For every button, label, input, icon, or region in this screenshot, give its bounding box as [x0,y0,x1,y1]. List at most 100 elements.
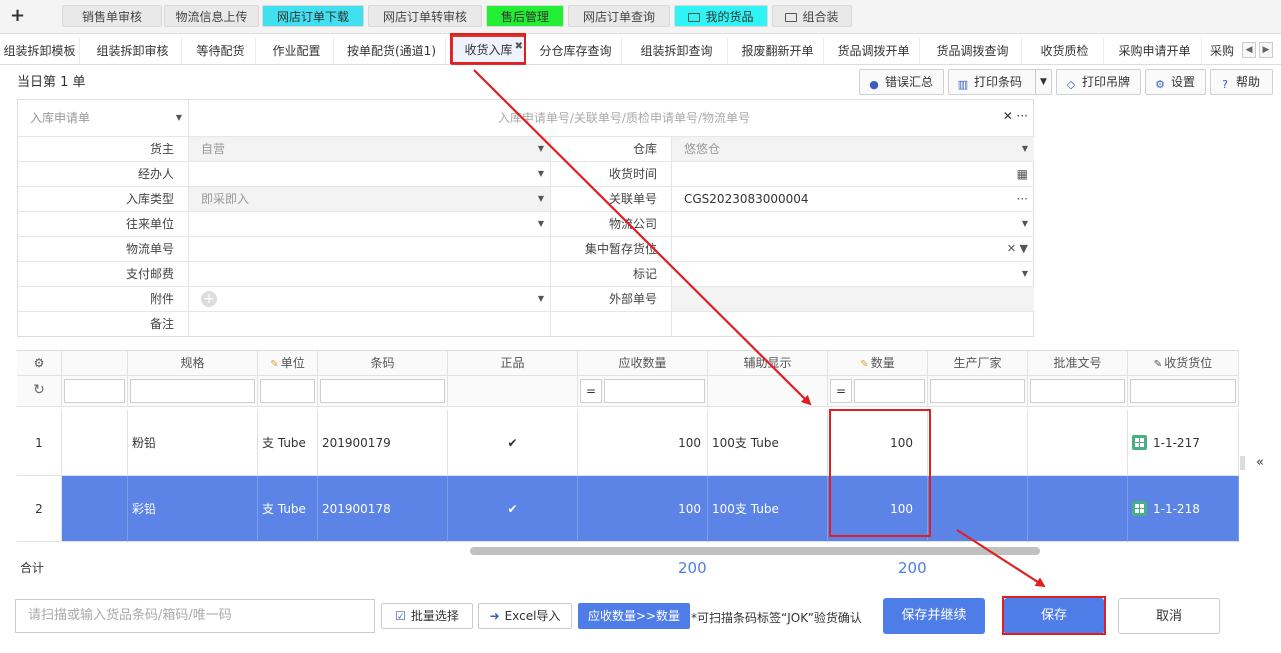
tab-warehouse-stock-query[interactable]: 分仓库存查询 [530,38,622,64]
filter-barcode-input[interactable] [318,376,448,407]
handler-select[interactable]: ▼ [189,162,551,186]
remark-extra[interactable] [672,312,1034,337]
filter-expected-qty-input[interactable]: = [578,376,708,407]
top-tab-sales-review[interactable]: 销售单审核 [62,5,162,27]
filter-unit-input[interactable] [258,376,318,407]
partner-select[interactable]: ▼ [189,212,551,236]
related-no-input[interactable]: CGS2023083000004 ··· [672,187,1034,211]
location-cell[interactable]: 1-1-218 [1128,476,1239,542]
column-header-qty[interactable]: ✎ 数量 [828,351,928,376]
tab-assembly-review[interactable]: 组装拆卸审核 [84,38,182,64]
column-header-location[interactable]: ✎ 收货货位 [1128,351,1239,376]
genuine-check-icon[interactable]: ✔ [448,476,578,542]
temp-location-select[interactable]: ✕ ▼ [672,237,1034,261]
column-header-spec[interactable]: 规格 [128,351,258,376]
column-header-approval[interactable]: 批准文号 [1028,351,1128,376]
print-tag-button[interactable]: ◇ 打印吊牌 [1056,69,1141,95]
tab-receive-inbound[interactable]: 收货入库 ✖ [451,35,526,65]
filter-blank[interactable] [62,376,128,407]
inbound-type-select[interactable]: 即采即入 ▼ [189,187,551,211]
unit-cell[interactable]: 支 Tube [258,410,318,476]
genuine-check-icon[interactable]: ✔ [448,410,578,476]
tab-assembly-query[interactable]: 组装拆卸查询 [626,38,728,64]
operator-select[interactable]: = [830,379,852,403]
chevron-down-icon[interactable]: ▼ [1035,70,1051,94]
filter-location-input[interactable] [1128,376,1239,407]
column-header-aux[interactable]: 辅助显示 [708,351,828,376]
spec-cell[interactable]: 粉铅 [128,410,258,476]
collapse-panel-icon[interactable]: « [1256,455,1264,470]
tab-scroll-right-icon[interactable]: ▶ [1259,42,1273,58]
add-tab-icon[interactable]: + [10,5,25,26]
refresh-icon[interactable]: ↻ [17,376,62,407]
top-tab-aftersale[interactable]: 售后管理 [486,5,564,27]
column-header-expected-qty[interactable]: 应收数量 [578,351,708,376]
column-header-barcode[interactable]: 条码 [318,351,448,376]
column-header-maker[interactable]: 生产厂家 [928,351,1028,376]
filter-approval-input[interactable] [1028,376,1128,407]
clear-dropdown-icon[interactable]: ✕ ▼ [1007,237,1028,261]
maker-cell[interactable] [928,410,1028,476]
unit-cell[interactable]: 支 Tube [258,476,318,542]
qty-cell[interactable]: 100 [828,410,928,476]
tab-work-config[interactable]: 作业配置 [260,38,334,64]
operator-select[interactable]: = [580,379,602,403]
postage-input[interactable] [189,262,551,286]
attachment-field[interactable]: + ▼ [189,287,551,311]
search-input[interactable]: 入库申请单号/关联单号/质检申请单号/物流单号 [189,100,1034,136]
save-and-continue-button[interactable]: 保存并继续 [883,598,985,634]
column-header-unit[interactable]: ✎ 单位 [258,351,318,376]
filter-spec-input[interactable] [128,376,258,407]
copy-expected-to-qty-button[interactable]: 应收数量>>数量 [578,603,690,629]
mark-select[interactable]: ▼ [672,262,1034,286]
save-button[interactable]: 保存 [1004,598,1104,634]
owner-select[interactable]: 自营 ▼ [189,137,551,161]
tab-receive-qc[interactable]: 收货质检 [1026,38,1104,64]
resize-handle[interactable] [1240,456,1245,470]
approval-cell[interactable] [1028,410,1128,476]
tab-scrap-refurbish[interactable]: 报废翻新开单 [732,38,824,64]
location-cell[interactable]: 1-1-217 [1128,410,1239,476]
help-button[interactable]: ? 帮助 [1210,69,1273,95]
error-summary-button[interactable]: ● 错误汇总 [859,69,944,95]
column-header-genuine[interactable]: 正品 [448,351,578,376]
column-settings-icon[interactable]: ⚙ [17,351,62,376]
tab-purchase[interactable]: 采购 [1206,38,1238,64]
logistics-company-select[interactable]: ▼ [672,212,1034,236]
qty-cell[interactable]: 100 [828,476,928,542]
top-tab-logistics-upload[interactable]: 物流信息上传 [164,5,259,27]
tab-allocate-by-order[interactable]: 按单配货(通道1) [338,38,446,64]
top-tab-order-to-review[interactable]: 网店订单转审核 [368,5,482,27]
location-grid-icon[interactable] [1132,501,1147,516]
horizontal-scrollbar[interactable] [470,547,1040,555]
approval-cell[interactable] [1028,476,1128,542]
tab-scroll-left-icon[interactable]: ◀ [1242,42,1256,58]
scan-barcode-input[interactable]: 请扫描或输入货品条码/箱码/唯一码 [15,599,375,633]
warehouse-select[interactable]: 悠悠仓 ▼ [672,137,1034,161]
print-barcode-button[interactable]: ▥ 打印条码 ▼ [948,69,1052,95]
location-grid-icon[interactable] [1132,435,1147,450]
external-no-input[interactable] [672,287,1034,311]
top-tab-order-query[interactable]: 网店订单查询 [568,5,670,27]
top-tab-my-goods[interactable]: 我的货品 [674,5,768,27]
add-attachment-icon[interactable]: + [201,291,217,307]
excel-import-button[interactable]: ➜ Excel导入 [478,603,572,629]
logistics-no-input[interactable] [189,237,551,261]
filter-qty-input[interactable]: = [828,376,928,407]
tab-purchase-request[interactable]: 采购申请开单 [1108,38,1202,64]
maker-cell[interactable] [928,476,1028,542]
tab-waiting-allocation[interactable]: 等待配货 [186,38,256,64]
tab-transfer-query[interactable]: 货品调拨查询 [924,38,1022,64]
close-tab-icon[interactable]: ✖ [515,34,523,60]
settings-button[interactable]: ⚙ 设置 [1145,69,1206,95]
tab-transfer-order[interactable]: 货品调拨开单 [828,38,920,64]
more-icon[interactable]: ··· [1017,187,1028,211]
clear-more-icon[interactable]: ✕ ··· [1003,109,1028,123]
request-type-select[interactable]: 入库申请单 ▼ [18,100,189,136]
receive-time-input[interactable]: ▦ [672,162,1034,186]
remark-input[interactable] [189,312,551,337]
calendar-icon[interactable]: ▦ [1017,162,1028,186]
top-tab-bundle[interactable]: 组合装 [772,5,852,27]
cancel-button[interactable]: 取消 [1118,598,1220,634]
top-tab-order-download[interactable]: 网店订单下载 [262,5,364,27]
